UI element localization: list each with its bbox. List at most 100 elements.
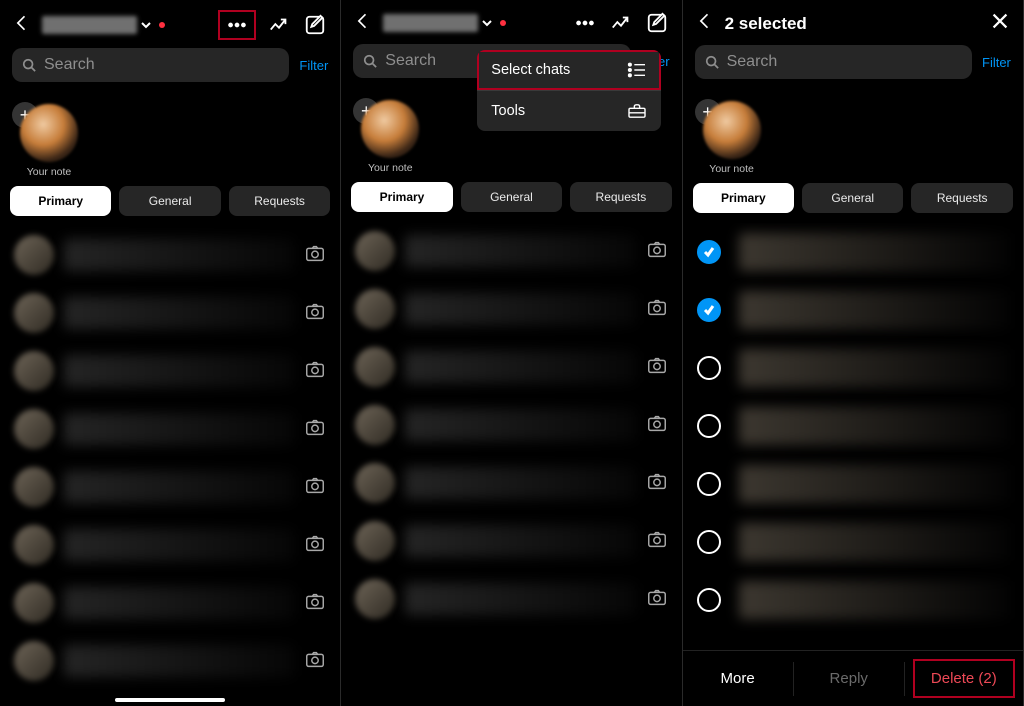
back-button[interactable] <box>12 13 32 38</box>
chat-row[interactable] <box>341 222 681 280</box>
filter-link[interactable]: Filter <box>982 55 1011 70</box>
chat-row[interactable] <box>0 342 340 400</box>
camera-button[interactable] <box>646 412 668 439</box>
camera-button[interactable] <box>304 300 326 327</box>
selection-checkbox[interactable] <box>697 530 721 554</box>
chat-row[interactable] <box>341 338 681 396</box>
chat-avatar <box>14 235 54 275</box>
your-note[interactable]: + Your note <box>14 104 84 178</box>
camera-button[interactable] <box>646 586 668 613</box>
your-note[interactable]: + Your note <box>355 100 425 174</box>
chat-row[interactable] <box>341 396 681 454</box>
chat-row[interactable] <box>0 574 340 632</box>
camera-button[interactable] <box>646 296 668 323</box>
selection-checkbox[interactable] <box>697 414 721 438</box>
tab-requests[interactable]: Requests <box>911 183 1012 213</box>
camera-button[interactable] <box>646 528 668 555</box>
tab-general[interactable]: General <box>802 183 903 213</box>
action-delete[interactable]: Delete (2) <box>909 655 1019 702</box>
chat-row[interactable] <box>0 458 340 516</box>
chevron-down-icon <box>482 18 492 28</box>
chat-row[interactable] <box>341 454 681 512</box>
chat-row[interactable] <box>341 570 681 628</box>
tab-primary[interactable]: Primary <box>10 186 111 216</box>
menu-tools[interactable]: Tools <box>477 90 661 131</box>
chat-row-selectable[interactable] <box>683 455 1023 513</box>
camera-icon <box>304 242 326 264</box>
chat-row-selectable[interactable] <box>683 397 1023 455</box>
search-placeholder: Search <box>385 52 436 70</box>
camera-button[interactable] <box>304 532 326 559</box>
tab-requests[interactable]: Requests <box>570 182 671 212</box>
action-reply[interactable]: Reply <box>794 651 904 706</box>
username-redacted <box>383 14 478 32</box>
close-button[interactable] <box>989 10 1011 37</box>
search-input[interactable]: Search <box>695 45 972 79</box>
chat-preview-redacted <box>64 587 294 619</box>
chat-preview-redacted <box>64 645 294 677</box>
search-input[interactable]: Search <box>12 48 289 82</box>
your-note[interactable]: + Your note <box>697 101 767 175</box>
account-switcher[interactable] <box>42 16 165 34</box>
selection-checkbox[interactable] <box>697 298 721 322</box>
chat-avatar <box>355 579 395 619</box>
more-options-button[interactable] <box>218 10 256 40</box>
back-button[interactable] <box>695 11 715 36</box>
header <box>0 0 340 48</box>
activity-button[interactable] <box>266 12 292 38</box>
compose-button[interactable] <box>302 12 328 38</box>
camera-button[interactable] <box>646 238 668 265</box>
camera-button[interactable] <box>304 648 326 675</box>
selection-checkbox[interactable] <box>697 588 721 612</box>
chat-row[interactable] <box>341 280 681 338</box>
back-button[interactable] <box>353 11 373 36</box>
selection-checkbox[interactable] <box>697 240 721 264</box>
menu-label: Select chats <box>491 62 570 78</box>
chat-row[interactable] <box>341 512 681 570</box>
more-options-button[interactable] <box>572 10 598 36</box>
camera-button[interactable] <box>646 470 668 497</box>
notes-tray: + Your note <box>683 87 1023 183</box>
chat-row[interactable] <box>0 516 340 574</box>
chat-row-selectable[interactable] <box>683 513 1023 571</box>
chat-preview-redacted <box>405 467 635 499</box>
chat-row[interactable] <box>0 226 340 284</box>
account-switcher[interactable] <box>383 14 506 32</box>
camera-button[interactable] <box>304 474 326 501</box>
chat-preview-redacted <box>64 413 294 445</box>
inbox-tabs: Primary General Requests <box>0 186 340 226</box>
chat-row-selectable[interactable] <box>683 339 1023 397</box>
options-dropdown: Select chats Tools <box>477 50 661 131</box>
chat-preview-redacted <box>64 529 294 561</box>
tab-primary[interactable]: Primary <box>351 182 452 212</box>
activity-button[interactable] <box>608 10 634 36</box>
compose-button[interactable] <box>644 10 670 36</box>
menu-select-chats[interactable]: Select chats <box>477 50 661 90</box>
camera-button[interactable] <box>646 354 668 381</box>
filter-link[interactable]: Filter <box>299 58 328 73</box>
chat-row-selectable[interactable] <box>683 571 1023 629</box>
back-arrow-icon <box>353 11 373 31</box>
camera-button[interactable] <box>304 416 326 443</box>
chat-row[interactable] <box>0 400 340 458</box>
chat-preview-redacted <box>739 407 1009 445</box>
camera-button[interactable] <box>304 242 326 269</box>
chat-avatar <box>355 463 395 503</box>
tab-general[interactable]: General <box>119 186 220 216</box>
tab-requests[interactable]: Requests <box>229 186 330 216</box>
camera-icon <box>646 528 668 550</box>
chat-row[interactable] <box>0 632 340 690</box>
search-placeholder: Search <box>727 53 778 71</box>
chat-row[interactable] <box>0 284 340 342</box>
chat-row-selectable[interactable] <box>683 223 1023 281</box>
tab-primary[interactable]: Primary <box>693 183 794 213</box>
camera-button[interactable] <box>304 358 326 385</box>
action-more[interactable]: More <box>683 651 793 706</box>
selection-checkbox[interactable] <box>697 356 721 380</box>
selection-checkbox[interactable] <box>697 472 721 496</box>
chat-row-selectable[interactable] <box>683 281 1023 339</box>
inbox-tabs: Primary General Requests <box>341 182 681 222</box>
chat-preview-redacted <box>739 233 1009 271</box>
camera-button[interactable] <box>304 590 326 617</box>
tab-general[interactable]: General <box>461 182 562 212</box>
